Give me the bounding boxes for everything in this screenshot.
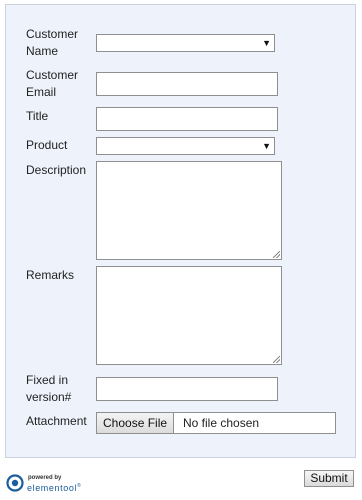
attachment-label: Attachment — [26, 414, 87, 428]
submit-button[interactable]: Submit — [304, 470, 354, 487]
product-select[interactable]: ▼ — [96, 137, 275, 155]
remarks-textarea[interactable] — [96, 266, 282, 365]
attachment-file-input[interactable]: Choose File No file chosen — [96, 412, 336, 434]
resize-grip-icon[interactable] — [273, 251, 280, 258]
resize-grip-icon[interactable] — [273, 356, 280, 363]
title-label: Title — [26, 109, 49, 123]
remarks-label: Remarks — [26, 268, 75, 282]
choose-file-button[interactable]: Choose File — [97, 413, 175, 433]
fixed-in-version-input[interactable] — [96, 377, 278, 401]
form-panel: Customer Name ▼ Customer Email Title Pro… — [5, 4, 356, 458]
brand-name: elementool® — [27, 483, 82, 493]
file-status-text: No file chosen — [183, 416, 260, 430]
powered-by-logo[interactable]: powered by elementool® — [6, 472, 102, 494]
customer-name-select[interactable]: ▼ — [96, 34, 275, 52]
customer-name-label: Customer Name — [26, 27, 79, 58]
customer-email-label: Customer Email — [26, 68, 79, 99]
fixed-in-version-label: Fixed in version# — [26, 373, 72, 404]
customer-email-input[interactable] — [96, 72, 278, 96]
title-input[interactable] — [96, 107, 278, 131]
dropdown-arrow-icon: ▼ — [262, 38, 271, 48]
elementool-logo-icon — [6, 474, 24, 492]
dropdown-arrow-icon: ▼ — [262, 141, 271, 151]
description-label: Description — [26, 163, 87, 177]
product-label: Product — [26, 138, 68, 152]
description-textarea[interactable] — [96, 161, 282, 260]
